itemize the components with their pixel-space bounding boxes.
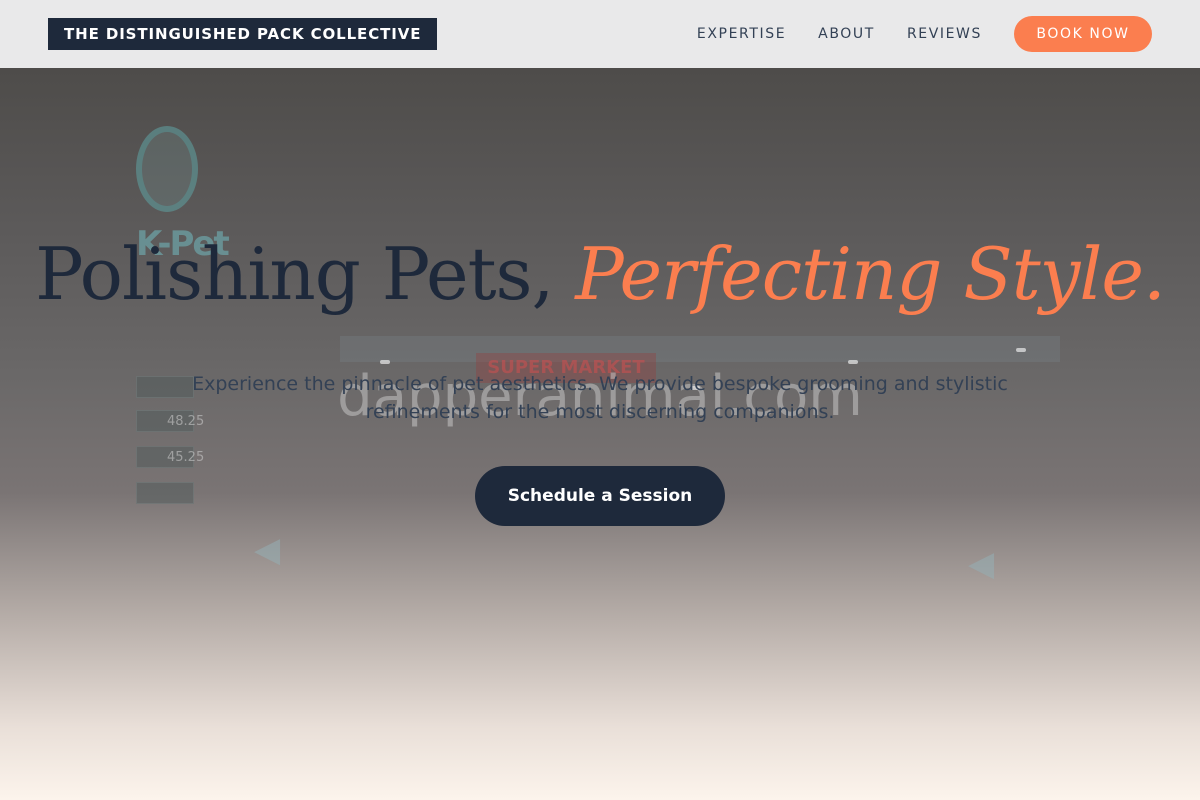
book-now-button[interactable]: BOOK NOW	[1014, 16, 1152, 52]
hero-headline: Polishing Pets, Perfecting Style.	[0, 238, 1200, 310]
hero-section: K-Pet 48.25 45.25 SUPER MARKET ◀ ◀ dappe…	[0, 68, 1200, 800]
left-arrow-icon: ◀	[968, 544, 995, 584]
top-navbar: THE DISTINGUISHED PACK COLLECTIVE EXPERT…	[0, 0, 1200, 68]
left-arrow-icon: ◀	[254, 530, 281, 570]
headline-accent: Perfecting Style.	[575, 232, 1166, 316]
nav-links: EXPERTISE ABOUT REVIEWS BOOK NOW	[697, 16, 1152, 52]
nav-link-expertise[interactable]: EXPERTISE	[697, 26, 786, 42]
hero-subtext: Experience the pinnacle of pet aesthetic…	[192, 373, 1008, 423]
schedule-session-button[interactable]: Schedule a Session	[475, 466, 725, 526]
brand-logo[interactable]: THE DISTINGUISHED PACK COLLECTIVE	[48, 18, 438, 50]
headline-main: Polishing Pets,	[35, 232, 554, 316]
hero-content: Polishing Pets, Perfecting Style. Experi…	[0, 238, 1200, 526]
nav-link-reviews[interactable]: REVIEWS	[907, 26, 982, 42]
nav-link-about[interactable]: ABOUT	[818, 26, 875, 42]
pet-store-sign-logo	[136, 126, 198, 212]
